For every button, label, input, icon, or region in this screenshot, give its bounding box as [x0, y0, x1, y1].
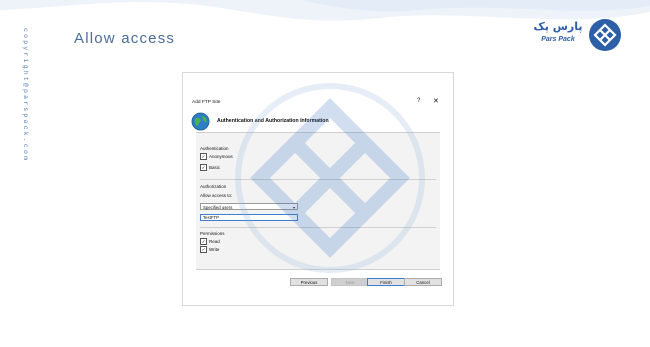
close-button[interactable]: ✕	[433, 97, 439, 105]
finish-button[interactable]: Finish	[367, 278, 405, 286]
globe-icon	[191, 112, 210, 131]
write-checkbox-row[interactable]: ✓ Write	[200, 246, 219, 253]
read-label: Read	[209, 239, 220, 244]
basic-checkbox[interactable]: ✓	[200, 164, 207, 171]
read-checkbox[interactable]: ✓	[200, 238, 207, 245]
brand-logo-group: پارس پک Pars Pack	[528, 18, 624, 58]
basic-label: Basic	[209, 165, 221, 170]
authorization-label: Authorization	[200, 184, 227, 189]
dialog-heading: Authentication and Authorization Informa…	[217, 118, 329, 124]
anonymous-checkbox-row[interactable]: ✓ Anonymous	[200, 153, 233, 160]
section-divider	[200, 179, 436, 180]
chevron-down-icon: ▾	[292, 205, 295, 210]
copyright-vertical-text: copyright@parspack.com	[22, 28, 29, 163]
allow-access-value: Specified users	[203, 205, 233, 210]
previous-button[interactable]: Previous	[290, 278, 328, 286]
allow-access-select[interactable]: Specified users ▾	[200, 203, 298, 210]
brand-name-fa: پارس پک	[533, 20, 583, 33]
anonymous-label: Anonymous	[209, 154, 233, 159]
permissions-label: Permissions	[200, 231, 225, 236]
section-divider	[200, 227, 436, 228]
read-checkbox-row[interactable]: ✓ Read	[200, 238, 220, 245]
help-button[interactable]: ?	[417, 98, 420, 104]
slide-title: Allow access	[74, 30, 176, 47]
parspack-logo-icon	[589, 19, 621, 51]
allow-access-label: Allow access to:	[200, 193, 233, 198]
write-checkbox[interactable]: ✓	[200, 246, 207, 253]
cancel-button[interactable]: Cancel	[404, 278, 442, 286]
next-button[interactable]: Next	[331, 278, 369, 286]
anonymous-checkbox[interactable]: ✓	[200, 153, 207, 160]
user-name-input[interactable]: TestFTP	[200, 214, 298, 221]
add-ftp-site-dialog: Add FTP Site ? ✕ Authentication and Auth…	[182, 72, 454, 306]
brand-name-en: Pars Pack	[541, 36, 575, 43]
basic-checkbox-row[interactable]: ✓ Basic	[200, 164, 220, 171]
dialog-window-title: Add FTP Site	[192, 100, 221, 105]
authentication-label: Authentication	[200, 146, 229, 151]
write-label: Write	[209, 247, 220, 252]
dialog-content-panel: Authentication ✓ Anonymous ✓ Basic Autho…	[196, 132, 440, 270]
